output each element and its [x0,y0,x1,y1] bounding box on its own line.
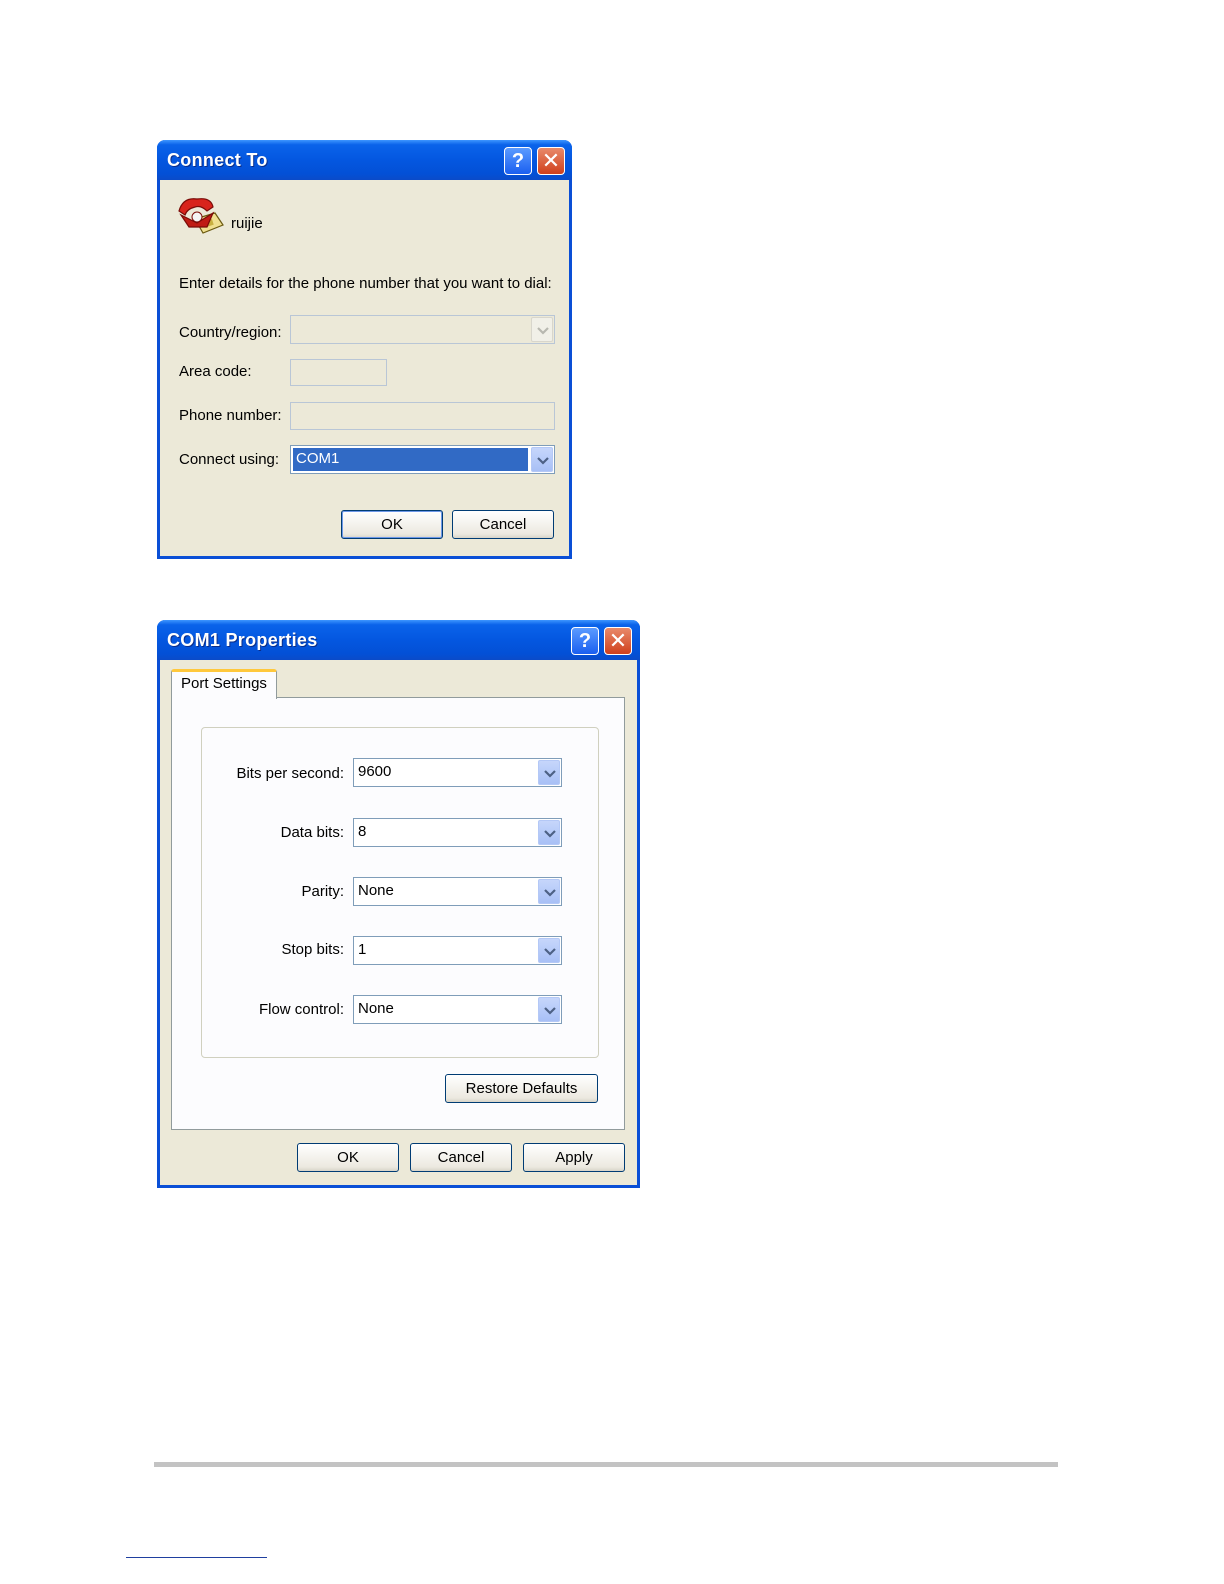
connect-using-label: Connect using: [179,451,280,468]
area-code-label: Area code: [179,363,252,380]
help-button[interactable]: ? [504,147,532,175]
bits-per-second-select[interactable]: 9600 [353,758,562,787]
bits-per-second-label: Bits per second: [236,765,344,782]
ok-button[interactable]: OK [341,510,443,539]
connect-using-value: COM1 [293,448,528,471]
telephone-icon [177,193,227,245]
footnote-rule [126,1557,267,1558]
bits-per-second-value: 9600 [358,763,392,780]
footer-divider [154,1462,1058,1467]
parity-label: Parity: [301,883,344,900]
ok-button[interactable]: OK [297,1143,399,1172]
com1-properties-dialog: COM1 Properties ? ✕ Port Settings Bits p… [157,620,640,1188]
restore-defaults-button[interactable]: Restore Defaults [445,1074,598,1103]
cancel-button[interactable]: Cancel [410,1143,512,1172]
chevron-down-icon[interactable] [538,997,560,1022]
flow-control-select[interactable]: None [353,995,562,1024]
chevron-down-icon[interactable] [531,447,553,472]
stop-bits-value: 1 [358,941,367,958]
chevron-down-icon[interactable] [538,760,560,785]
connect-to-dialog: Connect To ? ✕ ruijie Enter details for … [157,140,572,559]
chevron-down-icon[interactable] [538,938,560,963]
country-label: Country/region: [179,324,282,341]
parity-value: None [358,882,394,899]
close-button[interactable]: ✕ [537,147,565,175]
phone-number-input[interactable] [290,402,555,430]
cancel-button[interactable]: Cancel [452,510,554,539]
tab-port-settings[interactable]: Port Settings [171,669,277,699]
country-select[interactable] [290,315,555,344]
dial-prompt: Enter details for the phone number that … [179,275,552,292]
chevron-down-icon[interactable] [538,820,560,845]
help-button[interactable]: ? [571,627,599,655]
area-code-input[interactable] [290,359,387,386]
chevron-down-icon[interactable] [531,317,553,342]
data-bits-value: 8 [358,823,367,840]
dialog-title: COM1 Properties [167,630,318,650]
title-bar[interactable]: COM1 Properties ? ✕ [157,620,640,660]
data-bits-select[interactable]: 8 [353,818,562,847]
flow-control-label: Flow control: [258,1001,344,1018]
stop-bits-select[interactable]: 1 [353,936,562,965]
dialog-title: Connect To [167,150,268,170]
close-button[interactable]: ✕ [604,627,632,655]
title-bar[interactable]: Connect To ? ✕ [157,140,572,180]
phone-number-label: Phone number: [179,407,282,424]
apply-button[interactable]: Apply [523,1143,625,1172]
connect-using-select[interactable]: COM1 [290,445,555,474]
connection-name: ruijie [231,215,263,232]
chevron-down-icon[interactable] [538,879,560,904]
parity-select[interactable]: None [353,877,562,906]
stop-bits-label: Stop bits: [281,941,344,958]
port-settings-panel: Bits per second: 9600 Data bits: 8 Parit… [171,697,625,1130]
data-bits-label: Data bits: [280,824,344,841]
flow-control-value: None [358,1000,394,1017]
